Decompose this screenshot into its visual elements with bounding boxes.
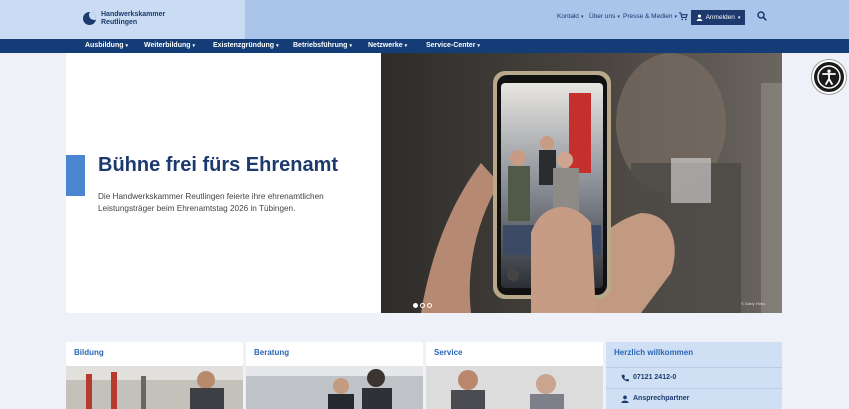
card-image (426, 366, 603, 409)
search-icon[interactable] (757, 11, 767, 21)
nav-item-ausbildung[interactable]: Ausbildung ▾ (85, 42, 128, 49)
login-label: Anmelden (705, 14, 735, 21)
nav-item-label: Weiterbildung (144, 42, 191, 49)
nav-item-service-center[interactable]: Service-Center ▾ (426, 42, 480, 49)
top-link-label: Presse & Medien (623, 13, 673, 20)
top-link-kontakt[interactable]: Kontakt ▾ (557, 13, 584, 20)
logo-text: Handwerkskammer Reutlingen (101, 11, 165, 27)
slider-dot[interactable] (413, 303, 418, 308)
hero-photo (381, 53, 782, 313)
nav-item-weiterbildung[interactable]: Weiterbildung ▾ (144, 42, 195, 49)
welcome-title: Herzlich willkommen (614, 348, 694, 357)
user-icon (696, 14, 702, 21)
hero-title[interactable]: Bühne frei fürs Ehrenamt (98, 154, 338, 177)
accessibility-button[interactable] (812, 60, 846, 94)
hero-accent-bar (66, 155, 85, 196)
slider-dots (413, 303, 432, 308)
top-link-ueber-uns[interactable]: Über uns ▾ (589, 13, 620, 20)
card-service[interactable]: Service (426, 342, 603, 409)
nav-item-netzwerke[interactable]: Netzwerke ▾ (368, 42, 407, 49)
image-credit: © Gaby Höss (741, 301, 765, 306)
logo-line-2: Reutlingen (101, 19, 138, 26)
logo-mark-icon (83, 12, 96, 25)
logo-line-1: Handwerkskammer (101, 11, 166, 18)
top-link-label: Über uns (589, 13, 616, 20)
top-link-label: Kontakt (557, 13, 580, 20)
top-link-presse[interactable]: Presse & Medien ▾ (623, 13, 677, 20)
login-button[interactable]: Anmelden ▾ (691, 10, 745, 25)
card-title: Beratung (254, 348, 290, 357)
nav-item-betriebsfuehrung[interactable]: Betriebsführung ▾ (293, 42, 352, 49)
main-navigation: Ausbildung ▾ Weiterbildung ▾ Existenzgründ… (0, 39, 849, 53)
card-title: Service (434, 348, 463, 357)
nav-item-label: Service-Center (426, 42, 476, 49)
card-image (66, 366, 243, 409)
card-image (246, 366, 423, 409)
contact-label: Ansprechpartner (633, 395, 690, 402)
nav-item-label: Ausbildung (85, 42, 124, 49)
card-bildung[interactable]: Bildung (66, 342, 243, 409)
nav-item-label: Existenzgründung (213, 42, 275, 49)
cart-icon[interactable] (679, 12, 688, 21)
hero-description: Die Handwerkskammer Reutlingen feierte i… (98, 192, 324, 213)
nav-item-label: Netzwerke (368, 42, 403, 49)
nav-item-existenzgruendung[interactable]: Existenzgründung ▾ (213, 42, 279, 49)
logo-link[interactable]: Handwerkskammer Reutlingen (0, 0, 245, 39)
nav-item-label: Betriebsführung (293, 42, 348, 49)
accessibility-icon (817, 65, 841, 89)
phone-link[interactable]: 07121 2412-0 (606, 367, 782, 387)
card-title: Bildung (74, 348, 104, 357)
phone-number: 07121 2412-0 (633, 374, 677, 381)
person-icon (621, 395, 629, 403)
contact-person-link[interactable]: Ansprechpartner (606, 388, 782, 408)
welcome-box: Herzlich willkommen 07121 2412-0 Ansprec… (606, 342, 782, 409)
slider-dot[interactable] (427, 303, 432, 308)
phone-icon (621, 374, 629, 381)
card-beratung[interactable]: Beratung (246, 342, 423, 409)
hero-image[interactable] (381, 53, 782, 313)
slider-dot[interactable] (420, 303, 425, 308)
